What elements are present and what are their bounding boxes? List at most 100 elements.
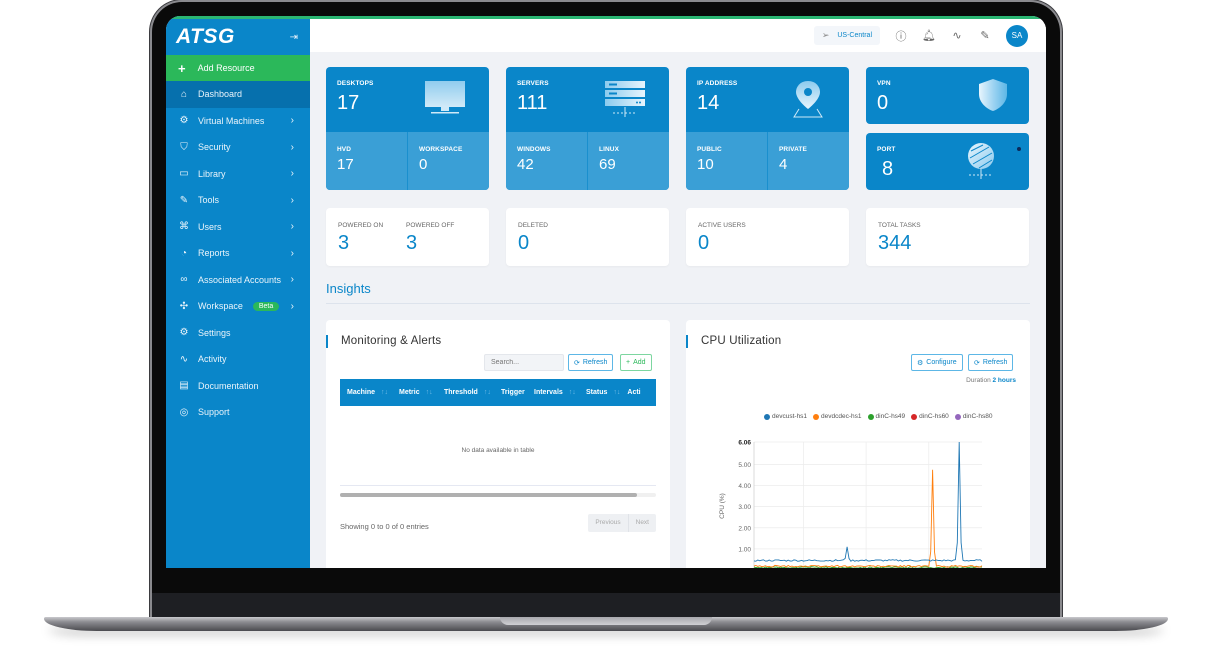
private-stat: PRIVATE 4 [767, 132, 849, 190]
private-label: PRIVATE [779, 146, 807, 153]
sidebar-item-security[interactable]: ⛉ Security › [166, 134, 310, 161]
y-tick-label: 2.00 [738, 525, 751, 532]
legend-item[interactable]: devdcdec-hs1 [813, 413, 862, 420]
power-status-card[interactable]: POWERED ON 3 POWERED OFF 3 [326, 208, 489, 266]
total-tasks-label: TOTAL TASKS [878, 222, 921, 229]
powered-on-label: POWERED ON [338, 222, 384, 229]
sidebar-item-dashboard[interactable]: ⌂ Dashboard [166, 81, 310, 108]
previous-button[interactable]: Previous [588, 514, 627, 532]
public-stat: PUBLIC 10 [686, 132, 767, 190]
home-icon: ⌂ [180, 88, 188, 100]
sidebar-item-activity[interactable]: ∿ Activity [166, 346, 310, 373]
map-pin-icon [793, 81, 823, 118]
cpu-refresh-button[interactable]: ⟳ Refresh [968, 354, 1014, 371]
column-label: Metric [399, 389, 420, 396]
column-label: Machine [347, 389, 376, 396]
hvd-label: HVD [337, 146, 352, 153]
legend-label: dinC-hs80 [962, 413, 993, 420]
column-header-trigger[interactable]: Trigger [494, 389, 527, 396]
column-header-status[interactable]: Status ↑↓ [579, 389, 620, 396]
legend-item[interactable]: dinC-hs49 [867, 413, 905, 420]
sidebar-item-library[interactable]: ▭ Library › [166, 161, 310, 188]
y-tick-label: 0.00 [738, 568, 751, 569]
powered-off-stat: POWERED OFF 3 [406, 222, 454, 255]
sidebar-item-label: Associated Accounts [198, 274, 282, 285]
region-label: US-Central [837, 32, 872, 39]
pen-icon[interactable]: ✎ [978, 29, 992, 42]
chevron-right-icon: › [290, 141, 294, 153]
monitoring-title: Monitoring & Alerts [341, 335, 442, 347]
region-selector[interactable]: ➢ US-Central [813, 26, 880, 45]
configure-button[interactable]: ⚙ Configure [911, 354, 963, 371]
ip-address-card[interactable]: IP ADDRESS 14 PUBLIC 10 PRIVATE 4 [686, 67, 849, 190]
column-header-machine[interactable]: Machine ↑↓ [340, 389, 392, 396]
shield-icon [979, 79, 1007, 111]
chevron-right-icon: › [290, 115, 294, 127]
desktops-card[interactable]: DESKTOPS 17 HVD 17 WORKSPACE 0 [326, 67, 489, 190]
monitoring-add-button[interactable]: + Add [620, 354, 652, 371]
y-tick-label: 5.00 [738, 462, 751, 469]
column-label: Threshold [444, 389, 478, 396]
sidebar-item-documentation[interactable]: ▤ Documentation [166, 373, 310, 400]
column-header-intervals[interactable]: Intervals ↑↓ [527, 389, 579, 396]
command-icon: ⌘ [179, 221, 189, 233]
legend-item[interactable]: dinC-hs60 [911, 413, 949, 420]
sidebar-item-tools[interactable]: ✎ Tools › [166, 187, 310, 214]
series-line-devdcdec-hs1 [753, 469, 983, 568]
horizontal-scrollbar[interactable] [340, 493, 656, 497]
sidebar-item-virtual-machines[interactable]: ⚙ Virtual Machines › [166, 108, 310, 135]
active-users-card[interactable]: ACTIVE USERS 0 [686, 208, 849, 266]
help-icon[interactable]: ⓘ [894, 28, 908, 44]
column-header-metric[interactable]: Metric ↑↓ [392, 389, 437, 396]
legend-dot [954, 413, 961, 420]
sidebar-header: ATSG ⇥ [166, 19, 310, 55]
duration-value[interactable]: 2 hours [993, 377, 1016, 384]
vpn-value: 0 [877, 92, 889, 114]
hvd-value: 17 [337, 156, 354, 173]
powered-off-label: POWERED OFF [406, 222, 455, 229]
y-tick-label: 4.00 [738, 483, 751, 490]
wrench-icon: ✎ [179, 194, 189, 206]
powered-on-value: 3 [338, 232, 350, 254]
column-header-threshold[interactable]: Threshold ↑↓ [437, 389, 494, 396]
port-card[interactable]: PORT 8 [866, 133, 1029, 190]
sidebar-item-users[interactable]: ⌘ Users › [166, 214, 310, 241]
sidebar-item-settings[interactable]: ⚙ Settings [166, 320, 310, 347]
sidebar-item-label: Virtual Machines [198, 115, 265, 126]
public-value: 10 [697, 156, 714, 173]
navigation-arrow-icon: ➢ [821, 30, 830, 40]
sidebar-item-reports[interactable]: ◔ Reports › [166, 240, 310, 267]
ip-address-value: 14 [697, 92, 720, 114]
sidebar-item-associated-accounts[interactable]: ∞ Associated Accounts › [166, 267, 310, 294]
scrollbar-thumb[interactable] [340, 493, 638, 497]
monitoring-search-input[interactable] [484, 354, 564, 371]
legend-item[interactable]: dinC-hs80 [954, 413, 993, 420]
servers-value: 111 [517, 92, 548, 114]
active-users-label: ACTIVE USERS [698, 222, 746, 229]
deleted-card[interactable]: DELETED 0 [506, 208, 669, 266]
sidebar-item-label: Security [198, 142, 231, 153]
vpn-card[interactable]: VPN 0 [866, 67, 1029, 124]
next-button[interactable]: Next [627, 514, 656, 532]
monitoring-refresh-button[interactable]: ⟳ Refresh [568, 354, 614, 371]
beta-badge: Beta [252, 301, 280, 311]
avatar[interactable]: SA [1006, 24, 1028, 47]
cpu-panel: CPU Utilization ⚙ Configure ⟳ Refresh Du… [686, 320, 1030, 568]
add-resource-button[interactable]: + Add Resource [166, 55, 310, 81]
chevron-right-icon: › [290, 194, 294, 206]
shield-icon: ⛉ [180, 141, 188, 153]
activity-icon[interactable]: ∿ [950, 29, 964, 42]
sidebar-nav: ⌂ Dashboard ⚙ Virtual Machines › ⛉ Security › ▭ L… [166, 81, 310, 426]
sidebar-item-support[interactable]: ◎ Support [166, 399, 310, 426]
sidebar: ATSG ⇥ + Add Resource ⌂ Dashboard ⚙ Virtual… [166, 16, 310, 568]
column-header-acti[interactable]: Acti [620, 389, 650, 396]
sidebar-item-workspace[interactable]: ✣ Workspace Beta › [166, 293, 310, 320]
column-label: Intervals [534, 389, 563, 396]
workspace-icon: ✣ [179, 300, 189, 312]
pin-icon[interactable]: ⇥ [290, 32, 298, 43]
servers-card[interactable]: SERVERS 111 WINDOWS 42 LINUX 69 [506, 67, 669, 190]
chevron-right-icon: › [290, 274, 294, 286]
bell-icon[interactable]: 🔔︎ [922, 29, 936, 42]
legend-item[interactable]: devcust-hs1 [764, 413, 807, 420]
total-tasks-card[interactable]: TOTAL TASKS 344 [866, 208, 1029, 266]
